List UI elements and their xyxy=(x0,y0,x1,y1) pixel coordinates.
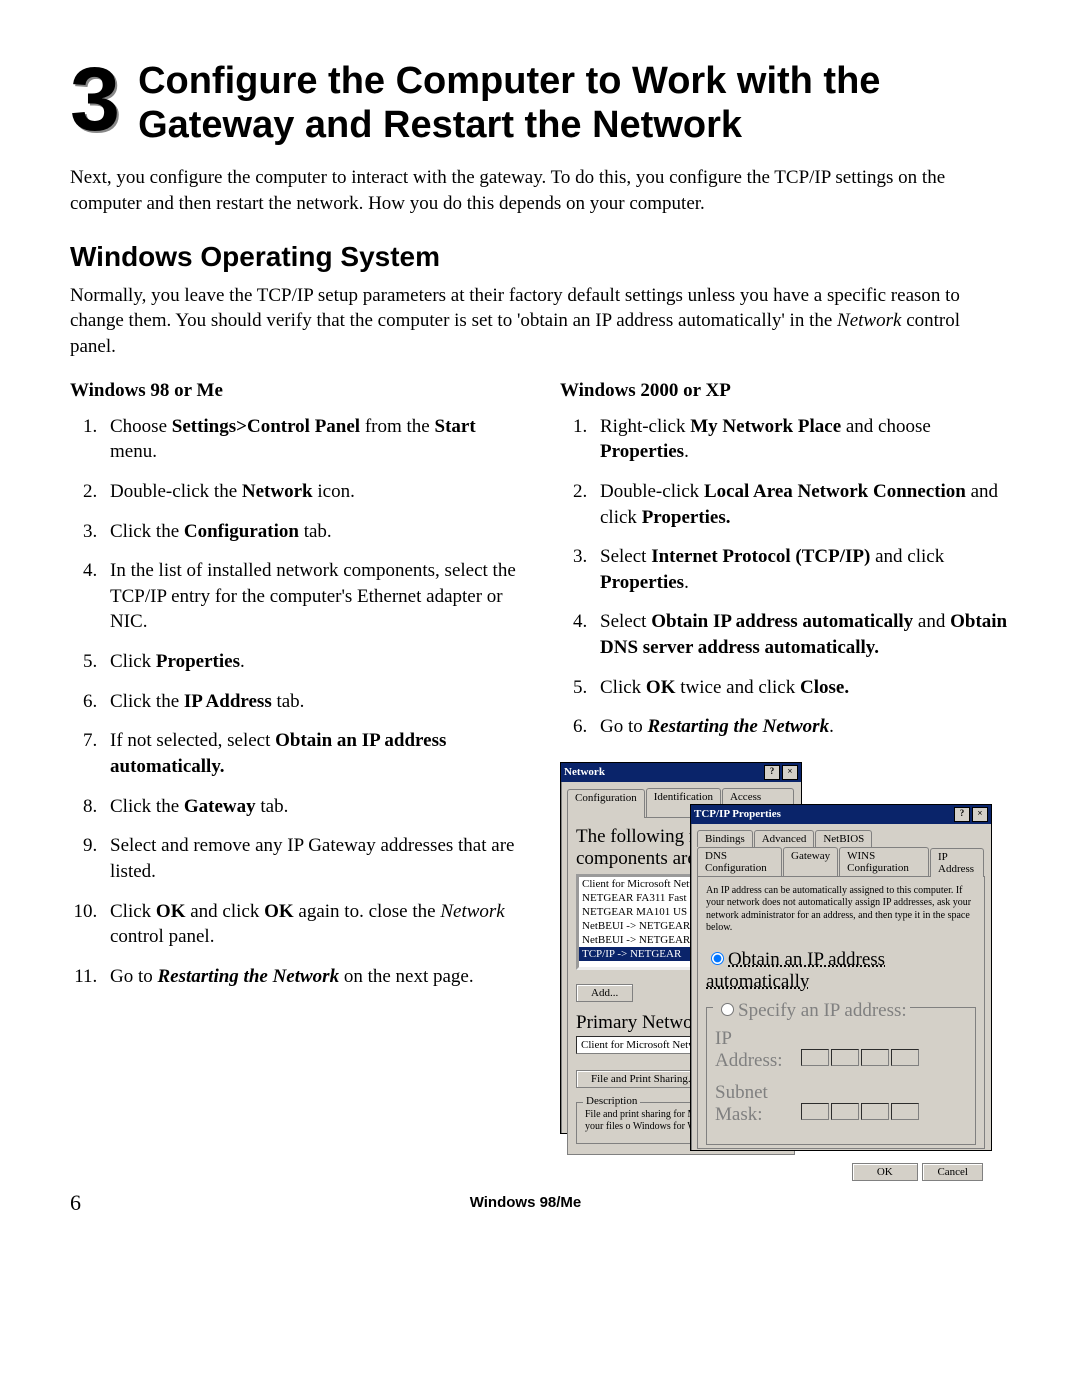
list-item: Go to Restarting the Network. xyxy=(592,714,1010,740)
subnet-label: Subnet Mask: xyxy=(715,1082,795,1126)
list-item: Go to Restarting the Network on the next… xyxy=(102,964,520,990)
left-column: Windows 98 or Me Choose Settings>Control… xyxy=(70,380,520,1154)
add-button[interactable]: Add... xyxy=(576,984,633,1002)
tab-advanced[interactable]: Advanced xyxy=(754,830,815,847)
help-icon[interactable]: ? xyxy=(764,765,780,780)
two-columns: Windows 98 or Me Choose Settings>Control… xyxy=(70,380,1010,1154)
list-item: In the list of installed network compone… xyxy=(102,558,520,635)
titlebar: Network ? × xyxy=(561,763,801,782)
ip-octet[interactable] xyxy=(831,1103,859,1120)
specify-group: Specify an IP address: IP Address: Subne… xyxy=(706,1007,976,1145)
list-item: Click the IP Address tab. xyxy=(102,689,520,715)
ip-octet[interactable] xyxy=(891,1103,919,1120)
screenshot-figure: Network ? × Configuration Identification… xyxy=(560,754,1010,1154)
ip-panel: An IP address can be automatically assig… xyxy=(697,876,985,1149)
radio-obtain-label: Obtain an IP address automatically xyxy=(706,949,885,992)
description-label: Description xyxy=(583,1095,640,1107)
tab-gateway[interactable]: Gateway xyxy=(783,847,838,876)
tab-bindings[interactable]: Bindings xyxy=(697,830,753,847)
right-steps: Right-click My Network Place and choose … xyxy=(560,414,1010,740)
ok-button[interactable]: OK xyxy=(852,1163,918,1181)
left-col-heading: Windows 98 or Me xyxy=(70,380,520,402)
ip-octet[interactable] xyxy=(801,1049,829,1066)
list-item: Select and remove any IP Gateway address… xyxy=(102,833,520,884)
window-title: TCP/IP Properties xyxy=(694,808,781,820)
section-header: 3 Configure the Computer to Work with th… xyxy=(70,60,1010,147)
tab-configuration[interactable]: Configuration xyxy=(567,789,645,818)
window-title: Network xyxy=(564,766,605,778)
list-item: Click OK twice and click Close. xyxy=(592,675,1010,701)
close-icon[interactable]: × xyxy=(972,807,988,822)
section-title: Configure the Computer to Work with the … xyxy=(138,60,1010,147)
section-number: 3 xyxy=(70,60,120,141)
tab-row-2: DNS Configuration Gateway WINS Configura… xyxy=(697,847,985,876)
ip-octet[interactable] xyxy=(861,1103,889,1120)
right-col-heading: Windows 2000 or XP xyxy=(560,380,1010,402)
ip-octet[interactable] xyxy=(801,1103,829,1120)
tab-dns[interactable]: DNS Configuration xyxy=(697,847,782,876)
cancel-button[interactable]: Cancel xyxy=(922,1163,983,1181)
ip-octet[interactable] xyxy=(891,1049,919,1066)
list-item: If not selected, select Obtain an IP add… xyxy=(102,728,520,779)
footer: 6 Windows 98/Me xyxy=(70,1190,1010,1216)
sub-intro: Normally, you leave the TCP/IP setup par… xyxy=(70,283,1010,360)
list-item: Choose Settings>Control Panel from the S… xyxy=(102,414,520,465)
ip-address-label: IP Address: xyxy=(715,1028,795,1072)
tab-ip-address[interactable]: IP Address xyxy=(930,848,984,877)
list-item: Select Obtain IP address automatically a… xyxy=(592,609,1010,660)
radio-specify-label: Specify an IP address: xyxy=(738,1000,907,1021)
footer-caption: Windows 98/Me xyxy=(41,1194,1010,1211)
tab-wins[interactable]: WINS Configuration xyxy=(839,847,929,876)
titlebar: TCP/IP Properties ? × xyxy=(691,805,991,824)
tab-row-1: Bindings Advanced NetBIOS xyxy=(697,830,985,847)
list-item: Double-click Local Area Network Connecti… xyxy=(592,479,1010,530)
ip-octet[interactable] xyxy=(831,1049,859,1066)
ip-help-text: An IP address can be automatically assig… xyxy=(706,885,976,935)
list-item: Select Internet Protocol (TCP/IP) and cl… xyxy=(592,544,1010,595)
list-item: Double-click the Network icon. xyxy=(102,479,520,505)
left-steps: Choose Settings>Control Panel from the S… xyxy=(70,414,520,990)
intro-paragraph: Next, you configure the computer to inte… xyxy=(70,165,1010,216)
list-item: Click Properties. xyxy=(102,649,520,675)
close-icon[interactable]: × xyxy=(782,765,798,780)
list-item: Click the Gateway tab. xyxy=(102,794,520,820)
tcpip-properties-window: TCP/IP Properties ? × Bindings Advanced … xyxy=(690,804,992,1151)
list-item: Right-click My Network Place and choose … xyxy=(592,414,1010,465)
help-icon[interactable]: ? xyxy=(954,807,970,822)
tab-netbios[interactable]: NetBIOS xyxy=(815,830,872,847)
list-item: Click OK and click OK again to. close th… xyxy=(102,899,520,950)
radio-obtain-auto[interactable] xyxy=(711,952,724,965)
list-item: Click the Configuration tab. xyxy=(102,519,520,545)
subheading: Windows Operating System xyxy=(70,241,1010,273)
ip-octet[interactable] xyxy=(861,1049,889,1066)
right-column: Windows 2000 or XP Right-click My Networ… xyxy=(560,380,1010,1154)
radio-specify[interactable] xyxy=(721,1003,734,1016)
